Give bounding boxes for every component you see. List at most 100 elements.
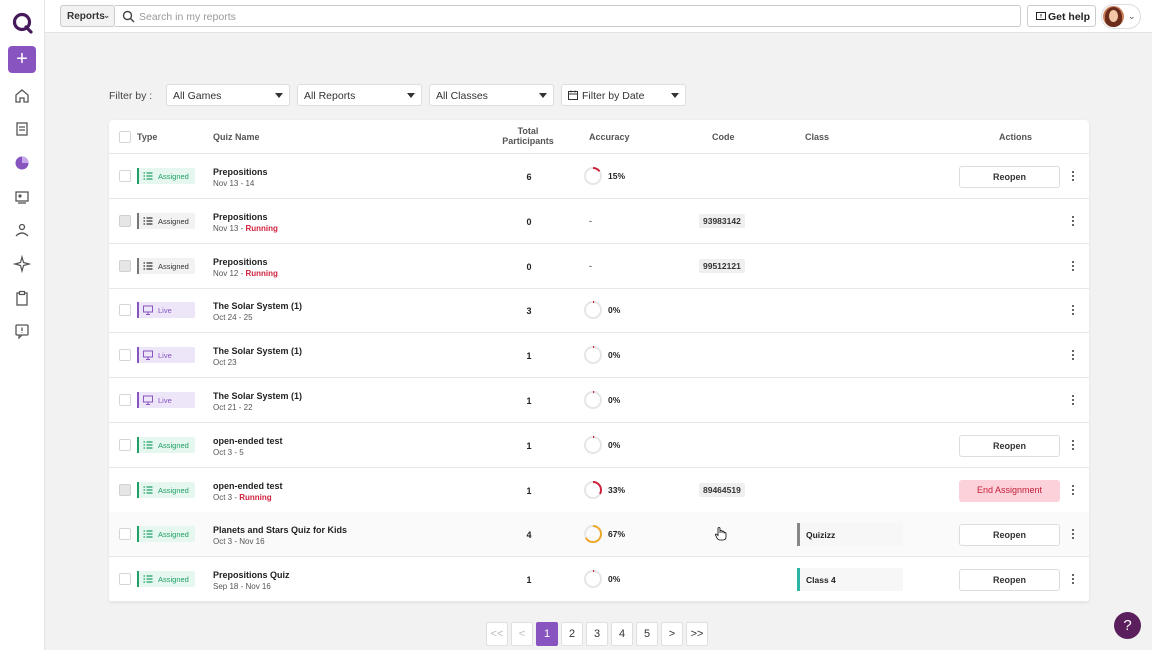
row-checkbox[interactable] xyxy=(119,349,131,362)
quiz-name[interactable]: open-ended test xyxy=(213,481,283,491)
reopen-button[interactable]: Reopen xyxy=(959,166,1060,188)
page-button-2[interactable]: 2 xyxy=(561,622,583,646)
more-options-icon[interactable] xyxy=(1069,169,1077,183)
sidebar: + xyxy=(0,0,45,650)
quiz-name[interactable]: The Solar System (1) xyxy=(213,301,302,311)
reopen-button[interactable]: Reopen xyxy=(959,569,1060,592)
more-options-icon[interactable] xyxy=(1069,214,1077,228)
table-row[interactable]: Assigned Prepositions Nov 13 - 14 6 15% Reope… xyxy=(109,154,1089,199)
more-options-icon[interactable] xyxy=(1069,259,1077,273)
table-row[interactable]: Assigned Prepositions Nov 12 - Running 0-99… xyxy=(109,244,1089,289)
row-checkbox[interactable] xyxy=(119,483,131,496)
page-button-4[interactable]: 4 xyxy=(611,622,633,646)
more-options-icon[interactable] xyxy=(1069,438,1077,452)
first-page-button[interactable]: << xyxy=(486,622,508,646)
filter-classes-value: All Classes xyxy=(436,90,488,102)
chat-help-icon xyxy=(1036,12,1046,20)
row-checkbox[interactable] xyxy=(119,170,131,182)
sparkle-icon[interactable] xyxy=(12,254,32,274)
reopen-button[interactable]: Reopen xyxy=(959,524,1060,547)
feedback-icon[interactable] xyxy=(13,322,31,340)
quiz-name[interactable]: Planets and Stars Quiz for Kids xyxy=(213,525,347,535)
quiz-name[interactable]: Prepositions Quiz xyxy=(213,570,290,580)
filter-classes-dropdown[interactable]: All Classes xyxy=(429,84,554,106)
filter-games-dropdown[interactable]: All Games xyxy=(166,84,290,106)
type-label: Assigned xyxy=(158,485,189,495)
list-icon xyxy=(143,485,153,494)
get-help-button[interactable]: Get help xyxy=(1027,5,1096,27)
table-row[interactable]: Live The Solar System (1) Oct 23 1 0% xyxy=(109,333,1089,379)
page-button-1[interactable]: 1 xyxy=(536,622,558,646)
home-icon[interactable] xyxy=(13,87,31,105)
reports-table: Type Quiz Name Total Participants Accura… xyxy=(109,120,1089,603)
quizizz-logo[interactable] xyxy=(12,11,34,35)
class-chip: Quizizz xyxy=(797,523,903,547)
row-checkbox[interactable] xyxy=(119,259,131,272)
list-icon xyxy=(143,441,153,449)
row-checkbox[interactable] xyxy=(119,394,131,406)
quiz-name[interactable]: The Solar System (1) xyxy=(213,346,302,356)
quiz-name[interactable]: open-ended test xyxy=(213,436,283,446)
type-badge: Assigned xyxy=(137,481,195,498)
next-page-button[interactable]: > xyxy=(661,622,683,646)
quiz-name[interactable]: Prepositions xyxy=(213,257,268,267)
more-options-icon[interactable] xyxy=(1069,303,1077,317)
search-scope-select[interactable]: Reports ⌄ xyxy=(60,5,115,27)
classes-icon[interactable] xyxy=(13,188,31,206)
clipboard-icon[interactable] xyxy=(13,289,31,307)
table-row[interactable]: Assigned Planets and Stars Quiz for Kids O… xyxy=(109,512,1089,558)
accuracy-value: - xyxy=(589,215,592,226)
game-code: 99512121 xyxy=(699,258,745,273)
page-button-3[interactable]: 3 xyxy=(586,622,608,646)
participants-count: 4 xyxy=(526,530,532,541)
row-checkbox[interactable] xyxy=(119,528,131,541)
filter-date-dropdown[interactable]: Filter by Date xyxy=(561,84,686,106)
quiz-name[interactable]: Prepositions xyxy=(213,212,268,222)
type-badge: Live xyxy=(137,392,195,408)
quiz-date-range: Oct 21 - 22 xyxy=(213,403,253,412)
reports-icon[interactable] xyxy=(13,154,31,172)
account-menu[interactable]: ⌄ xyxy=(1101,4,1141,29)
help-fab-button[interactable]: ? xyxy=(1114,612,1141,639)
row-checkbox[interactable] xyxy=(119,214,131,227)
row-checkbox[interactable] xyxy=(119,304,131,317)
quiz-name[interactable]: The Solar System (1) xyxy=(213,391,302,401)
type-badge: Assigned xyxy=(137,526,195,543)
library-icon[interactable] xyxy=(13,120,31,138)
row-checkbox[interactable] xyxy=(119,438,131,451)
class-chip: Class 4 xyxy=(797,568,903,592)
prev-page-button[interactable]: < xyxy=(511,622,533,646)
header-type: Type xyxy=(137,132,158,142)
table-row[interactable]: Assigned Prepositions Nov 13 - Running 0-93… xyxy=(109,199,1089,244)
row-checkbox[interactable] xyxy=(119,573,131,586)
quiz-date: Oct 3 - 5 xyxy=(213,448,244,457)
header-total-line2: Participants xyxy=(502,136,554,146)
search-input[interactable] xyxy=(139,8,999,25)
table-row[interactable]: Live The Solar System (1) Oct 21 - 22 1 0% xyxy=(109,378,1089,423)
accuracy-value: 0% xyxy=(608,350,621,361)
table-row[interactable]: Assigned open-ended test Oct 3 - 5 1 0% Reope… xyxy=(109,423,1089,468)
more-options-icon[interactable] xyxy=(1069,483,1077,497)
students-icon[interactable] xyxy=(13,221,31,239)
quiz-date-range: Nov 13 - 14 xyxy=(213,179,255,188)
create-button[interactable]: + xyxy=(8,46,36,73)
more-options-icon[interactable] xyxy=(1069,572,1077,586)
more-options-icon[interactable] xyxy=(1069,393,1077,407)
table-row[interactable]: Assigned open-ended test Oct 3 - Running 1 3… xyxy=(109,468,1089,513)
reopen-button[interactable]: Reopen xyxy=(959,434,1060,457)
quiz-date: Oct 24 - 25 xyxy=(213,313,253,322)
quiz-date-range: Oct 3 - Nov 16 xyxy=(213,537,265,547)
quiz-name[interactable]: Prepositions xyxy=(213,167,268,177)
select-all-checkbox[interactable] xyxy=(119,131,131,143)
end-assignment-button[interactable]: End Assignment xyxy=(959,479,1060,502)
type-label: Assigned xyxy=(158,216,189,226)
table-row[interactable]: Assigned Prepositions Quiz Sep 18 - Nov 16… xyxy=(109,557,1089,603)
page-button-5[interactable]: 5 xyxy=(636,622,658,646)
header-total-line1: Total xyxy=(517,126,539,136)
table-row[interactable]: Live The Solar System (1) Oct 24 - 25 3 0% xyxy=(109,288,1089,334)
more-options-icon[interactable] xyxy=(1069,348,1077,362)
filter-games-value: All Games xyxy=(173,90,222,102)
last-page-button[interactable]: >> xyxy=(686,622,708,646)
more-options-icon[interactable] xyxy=(1069,527,1077,541)
filter-reports-dropdown[interactable]: All Reports xyxy=(297,84,422,106)
